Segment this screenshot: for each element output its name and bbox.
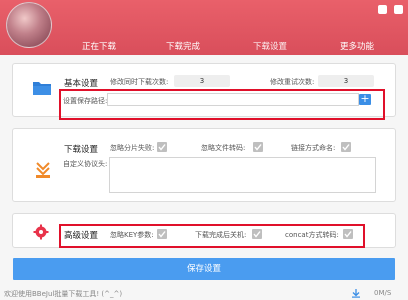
custom-header-input[interactable] [109,157,376,193]
shutdown-after-download-checkbox[interactable] [252,229,262,239]
concurrent-downloads-label: 修改同时下载次数: [110,78,169,86]
retry-count-field[interactable]: 3 [318,75,374,87]
download-speed: 0M/S [374,289,392,297]
retry-count-label: 修改重试次数: [270,78,315,86]
ignore-file-transcode-checkbox[interactable] [253,142,263,152]
basic-settings-title: 基本设置 [64,79,99,89]
shutdown-after-download-label: 下载完成后关机: [195,231,247,239]
ignore-segment-fail-checkbox[interactable] [157,142,167,152]
avatar[interactable] [6,2,52,48]
save-path-label: 设置保存路径: [63,97,108,105]
ignore-key-label: 忽略KEY参数: [110,231,154,239]
link-naming-label: 链接方式命名: [291,144,336,152]
tab-completed[interactable]: 下载完成 [160,40,206,54]
tab-more-features[interactable]: 更多功能 [334,40,380,54]
concat-transcode-checkbox[interactable] [343,229,353,239]
ignore-file-transcode-label: 忽略文件转码: [201,144,246,152]
save-settings-button[interactable]: 保存设置 [13,258,395,280]
custom-header-label: 自定义协议头: [63,160,108,168]
status-message: 欢迎使用BBeJul批量下载工具! (^_^) [4,290,123,298]
advanced-settings-title: 高级设置 [64,231,99,241]
ignore-segment-fail-label: 忽略分片失败: [110,144,155,152]
close-icon[interactable] [394,5,403,14]
link-naming-checkbox[interactable] [341,142,351,152]
tab-downloading[interactable]: 正在下载 [76,40,122,54]
gear-icon [33,224,49,240]
tab-download-settings[interactable]: 下载设置 [247,40,293,54]
folder-icon [32,79,52,97]
minimize-icon[interactable] [378,5,387,14]
download-icon [34,161,52,179]
download-settings-title: 下载设置 [64,145,99,155]
ignore-key-checkbox[interactable] [157,229,167,239]
save-path-input[interactable] [107,93,359,106]
browse-path-button[interactable]: + [359,93,371,105]
concat-transcode-label: concat方式转码: [285,231,339,239]
download-arrow-icon [351,288,361,298]
concurrent-downloads-field[interactable]: 3 [174,75,230,87]
